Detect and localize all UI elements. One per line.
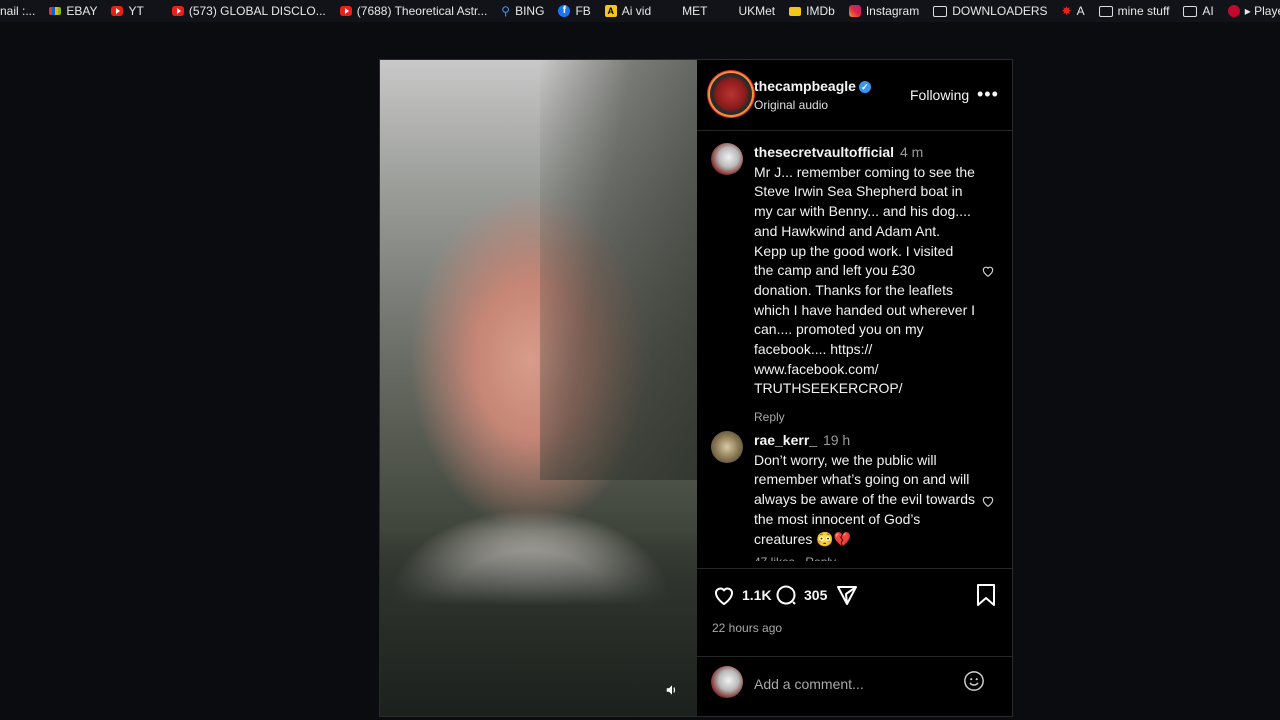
folder-icon — [1098, 5, 1113, 17]
bookmark-label: BING — [515, 4, 545, 18]
bookmark-label: mine stuff — [1117, 4, 1170, 18]
youtube-icon — [171, 6, 184, 16]
bookmark-theoretical-astro[interactable]: (7688) Theoretical Astr... — [339, 4, 488, 18]
author-avatar[interactable] — [710, 73, 752, 115]
emoji-icon[interactable] — [963, 670, 985, 692]
sound-button[interactable] — [660, 678, 684, 702]
video-background-trees — [540, 60, 697, 480]
met-icon — [665, 5, 677, 17]
imdb-icon — [789, 6, 802, 16]
more-options-icon[interactable]: ••• — [977, 84, 999, 105]
youtube-icon — [339, 6, 352, 16]
bookmark-label: (573) GLOBAL DISCLO... — [188, 4, 326, 18]
share-icon — [837, 586, 857, 605]
playerfm-icon — [1227, 5, 1240, 17]
bookmark-label: ▸ Player FM - Internet... — [1244, 4, 1280, 18]
bookmark-label: IMDb — [806, 4, 835, 18]
bookmark-imdb[interactable]: IMDb — [789, 4, 835, 18]
bookmark-label: A — [1076, 4, 1085, 18]
heart-icon — [982, 496, 994, 507]
username-text: thecampbeagle — [754, 78, 856, 94]
post-actions: 1.1K 305 22 hours ago — [697, 568, 1012, 657]
bookmark-label: UKMet — [738, 4, 776, 18]
bookmark-player-fm[interactable]: ▸ Player FM - Internet... — [1227, 4, 1280, 18]
heart-icon — [982, 266, 994, 277]
star-icon: ✸ — [1061, 4, 1072, 18]
comment-likes-and-reply[interactable]: 47 likes · Reply — [754, 553, 976, 561]
bookmark-mine-stuff[interactable]: mine stuff — [1098, 4, 1170, 18]
reel-video[interactable] — [380, 60, 697, 716]
like-comment-button[interactable] — [981, 264, 995, 283]
bookmarks-bar: nail :... EBAY YT (573) GLOBAL DISCLO...… — [0, 0, 1280, 22]
bookmark-a[interactable]: ✸ A — [1062, 4, 1085, 18]
video-foreground — [380, 530, 697, 716]
bookmark-label: YT — [128, 4, 144, 18]
instagram-icon — [848, 5, 861, 17]
ebay-icon — [49, 7, 62, 15]
bookmark-downloaders[interactable]: DOWNLOADERS — [933, 4, 1048, 18]
verified-badge-icon: ✓ — [858, 81, 871, 93]
instagram-post: thecampbeagle ✓ Original audio Following … — [379, 59, 1013, 717]
comment-button[interactable]: 305 — [774, 583, 827, 607]
like-button[interactable]: 1.1K — [712, 583, 772, 607]
bookmark-label: DOWNLOADERS — [952, 4, 1048, 18]
comment-username[interactable]: rae_kerr_ — [754, 432, 817, 448]
bookmark-global-disclosure[interactable]: (573) GLOBAL DISCLO... — [171, 4, 326, 18]
bookmark-bing[interactable]: ⚲ BING — [501, 4, 544, 18]
comments-list[interactable]: thesecretvaultofficial 4 m Mr J... remem… — [697, 131, 1012, 567]
youtube-icon — [111, 6, 124, 16]
add-comment-bar — [697, 656, 1012, 717]
ukmet-icon — [721, 5, 733, 17]
bookmark-label: Instagram — [865, 4, 920, 18]
post-sidebar: thecampbeagle ✓ Original audio Following … — [697, 60, 1012, 716]
bookmark-label: EBAY — [66, 4, 98, 18]
folder-icon — [933, 5, 948, 17]
like-count: 1.1K — [742, 587, 772, 603]
comment-username[interactable]: thesecretvaultofficial — [754, 144, 894, 160]
current-user-avatar — [711, 666, 743, 698]
comment-icon — [776, 585, 796, 605]
bookmark-icon — [977, 584, 995, 606]
bookmark-mail[interactable]: nail :... — [0, 4, 35, 18]
commenter-avatar[interactable] — [711, 431, 743, 463]
author-username[interactable]: thecampbeagle ✓ — [754, 78, 871, 94]
comment-time[interactable]: 19 h — [823, 432, 850, 448]
bookmark-label: (7688) Theoretical Astr... — [356, 4, 488, 18]
search-icon: ⚲ — [501, 4, 511, 18]
comment-count: 305 — [804, 587, 828, 603]
bookmark-label: Ai vid — [621, 4, 652, 18]
bookmark-ukmet[interactable]: UKMet — [721, 4, 775, 18]
audio-label[interactable]: Original audio — [754, 98, 828, 112]
bookmark-label: AI — [1202, 4, 1214, 18]
bookmark-ai-vid[interactable]: A Ai vid — [604, 4, 652, 18]
folder-icon — [1183, 5, 1198, 17]
reply-button[interactable]: Reply — [754, 408, 976, 428]
comment-text: Mr J... remember coming to see the Steve… — [754, 163, 976, 397]
save-button[interactable] — [975, 583, 997, 607]
bookmark-fb[interactable]: f FB — [558, 4, 591, 18]
comment-time[interactable]: 4 m — [900, 144, 923, 160]
bookmark-label: FB — [575, 4, 591, 18]
bookmark-ebay[interactable]: EBAY — [49, 4, 97, 18]
speaker-icon — [666, 685, 675, 695]
bookmark-yt[interactable]: YT — [111, 4, 144, 18]
bookmark-ai[interactable]: AI — [1183, 4, 1214, 18]
share-button[interactable] — [835, 583, 859, 607]
post-header: thecampbeagle ✓ Original audio Following … — [697, 60, 1012, 131]
facebook-icon: f — [558, 5, 571, 17]
post-timestamp[interactable]: 22 hours ago — [712, 621, 782, 635]
bookmark-instagram[interactable]: Instagram — [848, 4, 920, 18]
bookmark-met[interactable]: MET — [665, 4, 707, 18]
bookmark-label: MET — [682, 4, 708, 18]
commenter-avatar[interactable] — [711, 143, 743, 175]
following-button[interactable]: Following — [910, 87, 969, 103]
like-comment-button[interactable] — [981, 494, 995, 513]
heart-icon — [714, 587, 734, 606]
add-comment-input[interactable] — [752, 672, 946, 696]
comment-text: Don’t worry, we the public will remember… — [754, 451, 975, 547]
bookmark-label: nail :... — [0, 4, 36, 18]
ai-icon: A — [604, 5, 617, 17]
